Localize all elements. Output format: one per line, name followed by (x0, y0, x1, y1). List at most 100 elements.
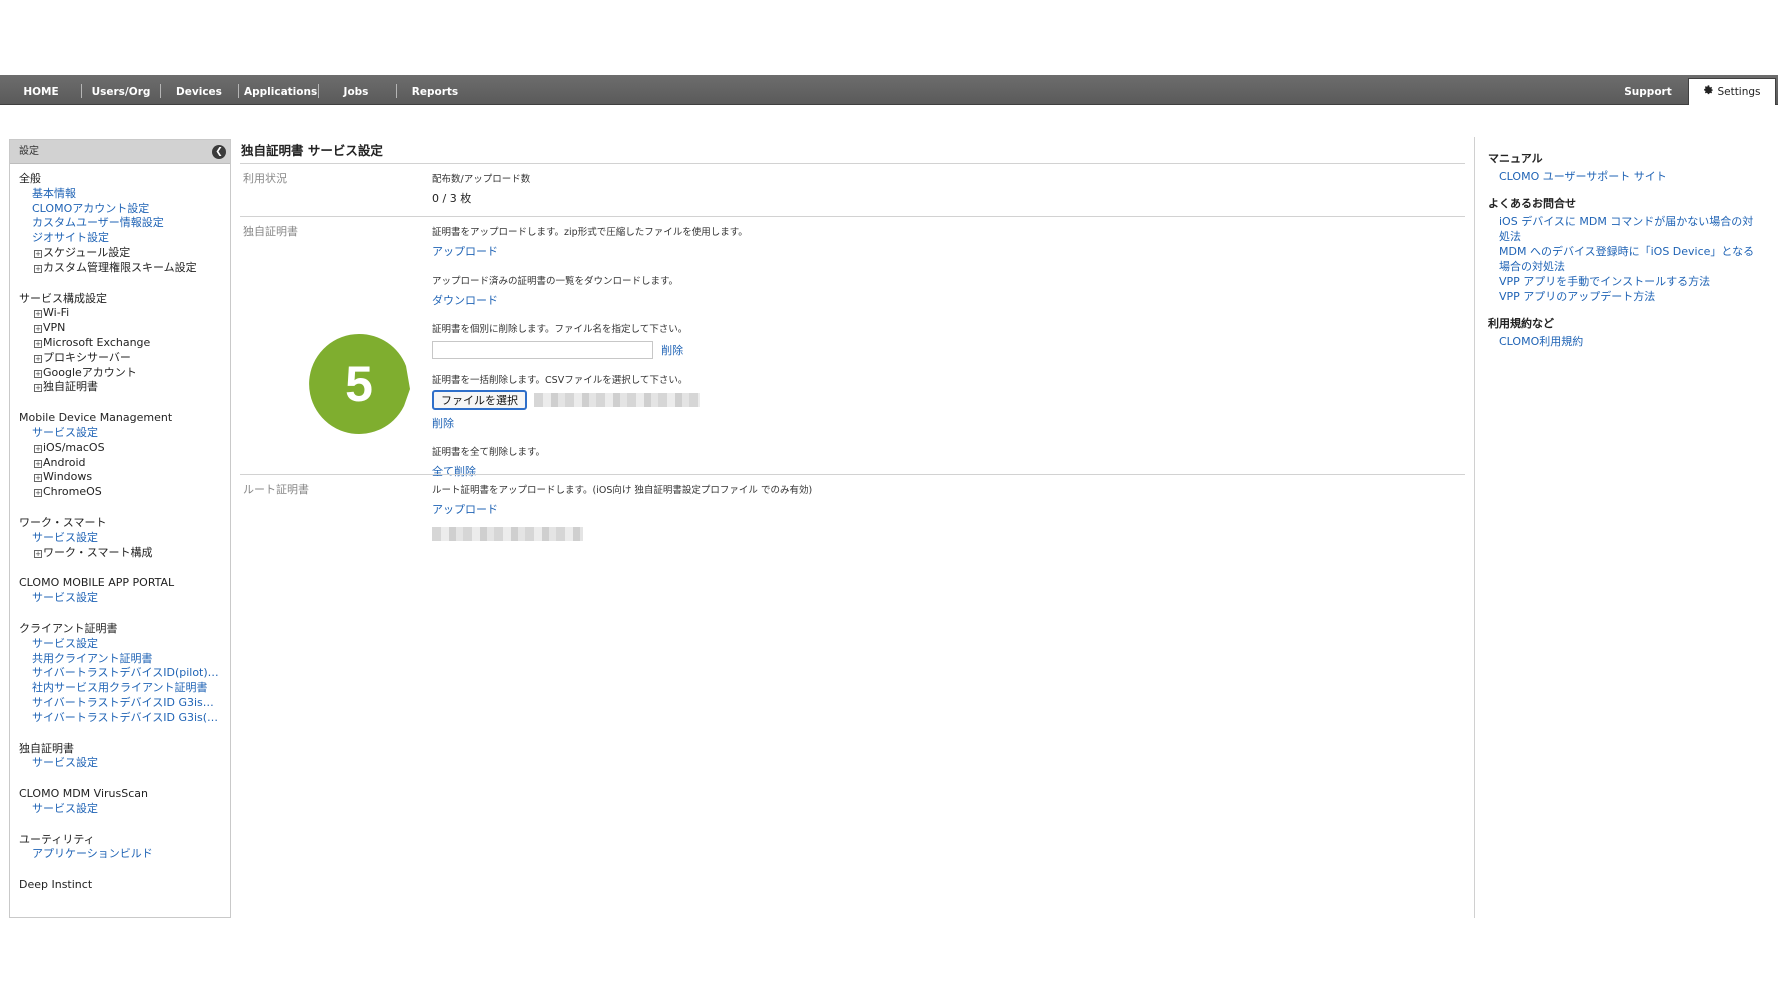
sidebar-link[interactable]: アプリケーションビルド (19, 847, 230, 862)
sidebar-expandable-item[interactable]: + Android (19, 456, 230, 471)
help-link[interactable]: iOS デバイスに MDM コマンドが届かない場合の対処法 (1488, 214, 1758, 244)
sidebar-expandable-item[interactable]: + プロキシサーバー (19, 351, 230, 366)
sidebar-group-title: ユーティリティ (19, 832, 95, 846)
expand-plus-icon[interactable]: + (34, 459, 42, 468)
nav-users-org[interactable]: Users/Org (90, 75, 152, 105)
expand-plus-icon[interactable]: + (34, 444, 42, 453)
nav-applications[interactable]: Applications (244, 75, 317, 105)
expand-plus-icon[interactable]: + (34, 310, 42, 319)
sidebar-link[interactable]: サービス設定 (19, 637, 230, 652)
download-link[interactable]: ダウンロード (432, 292, 498, 308)
expand-plus-icon[interactable]: + (34, 384, 42, 393)
root-upload-link[interactable]: アップロード (432, 501, 498, 517)
expand-plus-icon[interactable]: + (34, 369, 42, 378)
sidebar-link[interactable]: サービス設定 (19, 426, 230, 441)
settings-label: Settings (1717, 86, 1761, 98)
sidebar-expandable-item[interactable]: + Microsoft Exchange (19, 336, 230, 351)
root-upload-description: ルート証明書をアップロードします。(iOS向け 独自証明書設定プロファイル での… (432, 485, 813, 496)
tab-settings[interactable]: Settings (1688, 78, 1776, 105)
sidebar-expandable-item[interactable]: + 独自証明書 (19, 380, 230, 395)
sidebar-link[interactable]: CLOMOアカウント設定 (19, 202, 230, 217)
nav-divider (396, 84, 397, 98)
sidebar-group: 全般 基本情報 CLOMOアカウント設定 カスタムユーザー情報設定 ジオサイト設定 + スケ… (19, 172, 230, 276)
sidebar-link[interactable]: サービス設定 (19, 591, 230, 606)
nav-support[interactable]: Support (1622, 75, 1674, 105)
sidebar-link[interactable]: 共用クライアント証明書 (19, 652, 230, 667)
sidebar-item-label: スケジュール設定 (43, 245, 131, 259)
sidebar-item-label: カスタム管理権限スキーム設定 (43, 260, 197, 274)
filename-input[interactable] (432, 340, 653, 359)
main-content: 独自証明書 サービス設定 利用状況 配布数/アップロード数 0 / 3 枚 独自… (240, 139, 1465, 554)
sidebar-item-label: Windows (43, 470, 93, 484)
sidebar-group: CLOMO MDM VirusScan サービス設定 (19, 787, 230, 817)
nav-reports[interactable]: Reports (410, 75, 460, 105)
sidebar-expandable-item[interactable]: + ChromeOS (19, 485, 230, 500)
help-link[interactable]: CLOMO利用規約 (1488, 334, 1758, 349)
sidebar-link[interactable]: カスタムユーザー情報設定 (19, 216, 230, 231)
delete-one-link[interactable]: 削除 (661, 342, 683, 358)
nav-devices[interactable]: Devices (170, 75, 228, 105)
collapse-sidebar-icon[interactable]: ❮ (212, 145, 226, 159)
step-number: 5 (345, 356, 373, 412)
sidebar-expandable-item[interactable]: + カスタム管理権限スキーム設定 (19, 261, 230, 276)
choose-file-button[interactable]: ファイルを選択 (432, 390, 527, 410)
sidebar-link[interactable]: サイバートラストデバイスID(pilot)… (19, 666, 230, 681)
help-link[interactable]: CLOMO ユーザーサポート サイト (1488, 169, 1758, 184)
expand-plus-icon[interactable]: + (34, 549, 42, 558)
sidebar-link[interactable]: サイバートラストデバイスID G3is… (19, 696, 230, 711)
help-section-heading: 利用規約など (1488, 317, 1554, 330)
nav-jobs[interactable]: Jobs (334, 75, 378, 105)
sidebar-link[interactable]: 基本情報 (19, 187, 230, 202)
sidebar-item-label: Microsoft Exchange (43, 335, 151, 349)
sidebar-link[interactable]: 社内サービス用クライアント証明書 (19, 681, 230, 696)
sidebar-group: Mobile Device Management サービス設定 + iOS/macOS… (19, 411, 230, 500)
sidebar-link[interactable]: サイバートラストデバイスID G3is(… (19, 711, 230, 726)
step-badge: 5 (309, 333, 410, 434)
cert-section: 独自証明書 証明書をアップロードします。zip形式で圧縮したファイルを使用します… (240, 216, 1465, 478)
help-link[interactable]: MDM へのデバイス登録時に「iOS Device」となる場合の対処法 (1488, 244, 1758, 274)
help-section-heading: よくあるお問合せ (1488, 197, 1576, 210)
sidebar-item-label: ワーク・スマート構成 (43, 545, 153, 559)
sidebar-group: 独自証明書 サービス設定 (19, 742, 230, 772)
expand-plus-icon[interactable]: + (34, 264, 42, 273)
sidebar-link[interactable]: サービス設定 (19, 756, 230, 771)
sidebar-item-label: ChromeOS (43, 485, 102, 499)
upload-link[interactable]: アップロード (432, 243, 498, 259)
sidebar-header: 設定 ❮ (10, 140, 230, 164)
expand-plus-icon[interactable]: + (34, 474, 42, 483)
gear-icon (1704, 85, 1714, 95)
bulk-delete-link[interactable]: 削除 (432, 415, 454, 431)
help-link[interactable]: VPP アプリを手動でインストールする方法 (1488, 274, 1758, 289)
expand-plus-icon[interactable]: + (34, 489, 42, 498)
usage-caption: 配布数/アップロード数 (432, 174, 531, 185)
sidebar-expandable-item[interactable]: + ワーク・スマート構成 (19, 546, 230, 561)
sidebar-group: ユーティリティ アプリケーションビルド (19, 833, 230, 863)
redacted-root-cert (432, 526, 583, 541)
sidebar-link[interactable]: ジオサイト設定 (19, 231, 230, 246)
nav-divider (160, 84, 161, 98)
sidebar-expandable-item[interactable]: + Wi-Fi (19, 306, 230, 321)
expand-plus-icon[interactable]: + (34, 325, 42, 334)
help-link[interactable]: VPP アプリのアップデート方法 (1488, 289, 1758, 304)
root-cert-label: ルート証明書 (243, 483, 309, 496)
sidebar-link[interactable]: サービス設定 (19, 802, 230, 817)
sidebar-expandable-item[interactable]: + iOS/macOS (19, 441, 230, 456)
usage-value: 0 / 3 枚 (432, 192, 472, 205)
sidebar-group-title: CLOMO MOBILE APP PORTAL (19, 576, 175, 590)
help-section: よくあるお問合せ iOS デバイスに MDM コマンドが届かない場合の対処法 MDM… (1488, 195, 1778, 304)
sidebar-item-label: Android (43, 455, 86, 469)
sidebar-expandable-item[interactable]: + VPN (19, 321, 230, 336)
sidebar-expandable-item[interactable]: + Googleアカウント (19, 366, 230, 381)
expand-plus-icon[interactable]: + (34, 249, 42, 258)
sidebar-group-title: クライアント証明書 (19, 621, 118, 635)
upload-description: 証明書をアップロードします。zip形式で圧縮したファイルを使用します。 (432, 227, 748, 238)
sidebar-group-title: ワーク・スマート (19, 515, 107, 529)
nav-home[interactable]: HOME (14, 75, 68, 105)
sidebar-menu: 全般 基本情報 CLOMOアカウント設定 カスタムユーザー情報設定 ジオサイト設定 + スケ… (10, 164, 230, 893)
sidebar-link[interactable]: サービス設定 (19, 531, 230, 546)
sidebar-expandable-item[interactable]: + スケジュール設定 (19, 246, 230, 261)
sidebar-item-label: VPN (43, 321, 66, 335)
expand-plus-icon[interactable]: + (34, 354, 42, 363)
expand-plus-icon[interactable]: + (34, 339, 42, 348)
sidebar-expandable-item[interactable]: + Windows (19, 470, 230, 485)
